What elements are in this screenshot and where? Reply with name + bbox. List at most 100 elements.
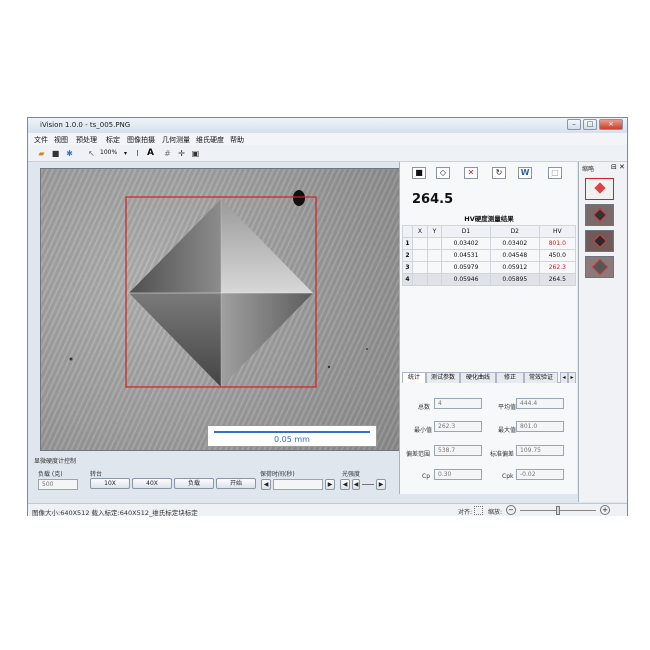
thumbnail-4[interactable] (585, 256, 614, 278)
tab-validation[interactable]: 常效验证 (524, 372, 558, 383)
table-row[interactable]: 1 0.03402 0.03402 801.0 (402, 237, 577, 250)
cell-d1: 0.04531 (441, 249, 491, 262)
facet-bottom-right (221, 293, 313, 387)
dwell-label: 保荷时间(秒) (260, 471, 295, 478)
status-text: 图像大小:640X512 载入标定:640X512_维氏标定块标定 (32, 509, 198, 517)
max-label: 最大值 (498, 427, 517, 434)
align-label: 对齐: (458, 509, 473, 516)
light-slider[interactable] (362, 484, 374, 485)
cp-label: Cp (422, 473, 430, 480)
cell-d2: 0.05912 (489, 261, 540, 274)
table-row[interactable]: 4 0.05946 0.05895 264.5 (402, 273, 577, 286)
title-bar: iVision 1.0.0 - ts_005.PNG – □ × (28, 118, 627, 133)
tabs-prev-icon[interactable]: ◂ (560, 372, 568, 383)
camera-icon[interactable]: ■ (412, 167, 426, 179)
std-label: 标准偏差 (490, 451, 515, 458)
cell-hv: 262.3 (538, 261, 577, 274)
col-header: D1 (441, 225, 491, 238)
menu-capture[interactable]: 图像拍摄 (127, 135, 155, 145)
col-header (402, 225, 413, 238)
tab-test-params[interactable]: 测试参数 (426, 372, 460, 383)
zoom-in-icon[interactable]: + (600, 505, 610, 515)
dwell-decrease-button[interactable]: ◀ (261, 479, 271, 490)
scale-bar: 0.05 mm (207, 425, 377, 447)
camera-icon[interactable]: ▣ (190, 148, 201, 159)
max-field: 801.0 (516, 421, 564, 432)
count-label: 总数 (418, 404, 431, 411)
menu-calibrate[interactable]: 标定 (106, 135, 120, 145)
btn-10x[interactable]: 10X (90, 478, 130, 489)
save-icon[interactable]: ■ (50, 148, 61, 159)
debris-spot (293, 190, 305, 206)
menu-vickers[interactable]: 维氏硬度 (196, 135, 224, 145)
col-header: HV (538, 225, 577, 238)
col-header: D2 (489, 225, 540, 238)
btn-40x[interactable]: 40X (132, 478, 172, 489)
load-label: 负载 (克) (38, 471, 63, 478)
text-cursor-icon[interactable]: I (132, 148, 143, 159)
menu-view[interactable]: 视图 (54, 135, 68, 145)
cell-d1: 0.05946 (441, 273, 491, 286)
tabs-next-icon[interactable]: ▸ (568, 372, 576, 383)
close-icon[interactable]: ✕ (619, 163, 625, 171)
cell-d1: 0.03402 (441, 237, 491, 250)
tab-correction[interactable]: 修正 (496, 372, 524, 383)
settings-icon[interactable]: ✱ (64, 148, 75, 159)
menu-help[interactable]: 帮助 (230, 135, 244, 145)
menu-geometry[interactable]: 几何测量 (162, 135, 190, 145)
open-folder-icon[interactable]: ▰ (36, 148, 47, 159)
maximize-button[interactable]: □ (583, 119, 597, 130)
close-button[interactable]: × (599, 119, 623, 130)
cell-hv: 450.0 (538, 249, 577, 262)
dwell-increase-button[interactable]: ▶ (325, 479, 335, 490)
results-title: HV硬度测量结果 (464, 215, 514, 223)
load-field[interactable]: 500 (38, 479, 78, 490)
tab-hardening-curve[interactable]: 硬化曲线 (460, 372, 496, 383)
zoom-out-icon[interactable]: − (506, 505, 516, 515)
crosshair-icon[interactable]: ✛ (176, 148, 187, 159)
status-bar: 图像大小:640X512 载入标定:640X512_维氏标定块标定 对齐: 缩放… (28, 503, 627, 517)
range-field: 538.7 (434, 445, 482, 456)
zoom-select[interactable]: 100% (100, 149, 117, 156)
cell-n: 2 (402, 249, 413, 262)
btn-load[interactable]: 负载 (174, 478, 214, 489)
cp-field: 0.30 (434, 469, 482, 480)
blank-icon[interactable]: □ (548, 167, 562, 179)
text-tool-icon[interactable]: A (145, 148, 156, 159)
zoom-slider-handle[interactable] (556, 506, 560, 515)
minimize-button[interactable]: – (567, 119, 581, 130)
chevron-down-icon[interactable]: ▾ (120, 148, 131, 159)
thumbnail-2[interactable] (585, 204, 614, 226)
mean-label: 平均值 (498, 404, 517, 411)
tab-stats[interactable]: 统计 (402, 372, 426, 383)
image-viewer[interactable]: 0.05 mm (40, 168, 402, 451)
cell-hv: 264.5 (538, 273, 577, 286)
grid-icon[interactable]: # (162, 148, 173, 159)
pin-icon[interactable]: ⊟ (611, 163, 617, 171)
toolbar: ▰ ■ ✱ ↖ 100% ▾ I A # ✛ ▣ (28, 145, 627, 162)
thumbnail-3[interactable] (585, 230, 614, 252)
cell-hv: 801.0 (538, 237, 577, 250)
table-row[interactable]: 3 0.05979 0.05912 262.3 (402, 261, 577, 274)
pointer-icon[interactable]: ↖ (86, 148, 97, 159)
diamond-icon[interactable]: ◇ (436, 167, 450, 179)
mean-field: 444.4 (516, 398, 564, 409)
thumbnail-1[interactable] (585, 178, 614, 200)
cell-y (426, 261, 443, 274)
light-level-button[interactable]: ◀ (352, 479, 360, 490)
menu-file[interactable]: 文件 (34, 135, 48, 145)
align-icon[interactable] (474, 506, 483, 515)
scale-label: 0.05 mm (274, 435, 310, 444)
menu-preprocess[interactable]: 预处理 (76, 135, 97, 145)
indentation-image (69, 190, 368, 388)
btn-start[interactable]: 开始 (216, 478, 256, 489)
dwell-field[interactable] (273, 479, 323, 490)
table-row[interactable]: 2 0.04531 0.04548 450.0 (402, 249, 577, 262)
menu-bar: 文件 视图 预处理 标定 图像拍摄 几何测量 维氏硬度 帮助 (28, 133, 627, 145)
delete-icon[interactable]: ✕ (464, 167, 478, 179)
refresh-icon[interactable]: ↻ (492, 167, 506, 179)
cell-x (412, 261, 428, 274)
light-decrease-button[interactable]: ◀ (340, 479, 350, 490)
word-export-icon[interactable]: W (518, 167, 532, 179)
light-increase-button[interactable]: ▶ (376, 479, 386, 490)
